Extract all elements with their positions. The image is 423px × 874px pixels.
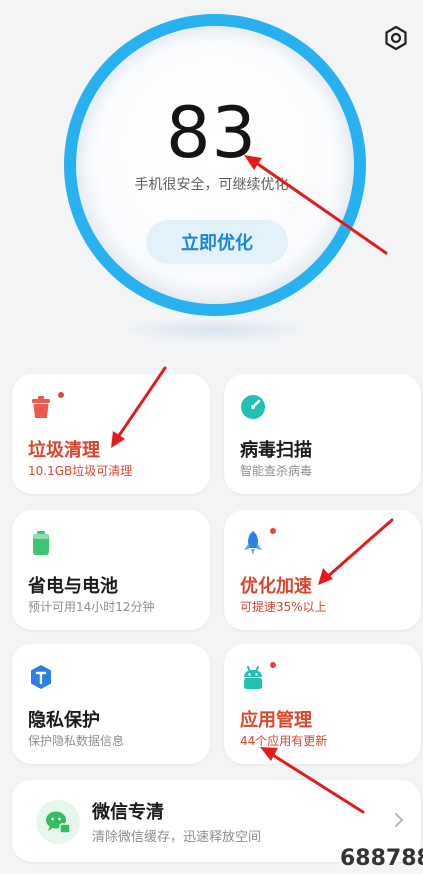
card-title: 优化加速 xyxy=(240,576,312,597)
card-title: 应用管理 xyxy=(240,710,312,731)
android-icon xyxy=(244,666,262,689)
security-center-screen: 83 手机很安全，可继续优化 立即优化 垃圾清理 10.1GB垃圾可清理 病毒扫… xyxy=(0,0,423,874)
wechat-icon-badge xyxy=(36,800,80,844)
trash-icon xyxy=(32,396,50,418)
virus-scan-icon xyxy=(241,395,265,419)
chevron-right-icon xyxy=(395,813,403,827)
card-title: 垃圾清理 xyxy=(28,440,100,461)
card-privacy-protection[interactable]: 隐私保护 保护隐私数据信息 xyxy=(12,644,210,764)
card-subtitle: 可提速35%以上 xyxy=(240,600,327,614)
wechat-icon xyxy=(46,811,71,834)
shield-icon xyxy=(31,665,51,689)
card-speed-up[interactable]: 优化加速 可提速35%以上 xyxy=(224,510,421,630)
notification-dot xyxy=(270,662,276,668)
settings-button[interactable] xyxy=(383,25,409,51)
card-junk-cleanup[interactable]: 垃圾清理 10.1GB垃圾可清理 xyxy=(12,374,210,494)
card-subtitle: 预计可用14小时12分钟 xyxy=(28,600,155,614)
card-title: 省电与电池 xyxy=(28,576,118,597)
watermark: 688788 xyxy=(340,846,423,871)
card-title: 隐私保护 xyxy=(28,710,100,731)
wechat-title: 微信专清 xyxy=(92,802,164,823)
card-virus-scan[interactable]: 病毒扫描 智能查杀病毒 xyxy=(224,374,421,494)
gear-icon xyxy=(385,25,407,51)
rocket-icon xyxy=(244,531,262,555)
card-subtitle: 10.1GB垃圾可清理 xyxy=(28,464,133,478)
card-subtitle: 保护隐私数据信息 xyxy=(28,734,125,748)
ring-shadow xyxy=(120,318,310,342)
battery-icon xyxy=(33,531,49,555)
notification-dot xyxy=(270,528,276,534)
card-title: 病毒扫描 xyxy=(240,440,312,461)
wechat-subtitle: 清除微信缓存，迅速释放空间 xyxy=(92,830,262,845)
card-subtitle: 44个应用有更新 xyxy=(240,734,328,748)
card-app-management[interactable]: 应用管理 44个应用有更新 xyxy=(224,644,421,764)
card-subtitle: 智能查杀病毒 xyxy=(240,464,313,478)
score-status-text: 手机很安全，可继续优化 xyxy=(134,177,289,193)
card-battery[interactable]: 省电与电池 预计可用14小时12分钟 xyxy=(12,510,210,630)
optimize-now-button[interactable]: 立即优化 xyxy=(146,220,288,264)
notification-dot xyxy=(58,392,64,398)
health-score: 83 xyxy=(165,92,258,174)
